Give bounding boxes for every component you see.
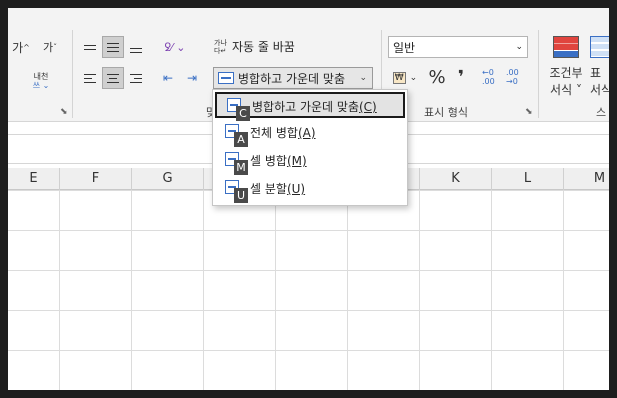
menu-item-label: 셀 분할 — [250, 182, 287, 196]
percent-button[interactable]: % — [426, 66, 448, 88]
accounting-icon: ₩ — [392, 72, 406, 84]
wrap-text-icon: 가나 다↵ — [214, 38, 227, 55]
phonetic-icon: 쓰 ⌄ — [32, 81, 50, 90]
gridline — [275, 190, 276, 390]
bottom-align-icon — [130, 47, 142, 53]
gridline — [347, 190, 348, 390]
increase-font-size-button[interactable]: 가 ^ — [8, 38, 34, 56]
keytip-badge: U — [234, 188, 248, 203]
chevron-down-icon[interactable]: ⌄ — [359, 73, 367, 83]
middle-align-icon — [107, 42, 119, 52]
align-center-button[interactable] — [102, 67, 124, 89]
column-header[interactable]: G — [132, 168, 204, 190]
top-align-button[interactable] — [80, 38, 100, 56]
accelerator-label: (A) — [297, 126, 316, 140]
gridline — [203, 190, 204, 390]
keytip-badge: C — [236, 106, 250, 121]
font-launcher-icon[interactable]: ⬊ — [60, 107, 68, 117]
conditional-format-label-2: 서식 ˅ — [550, 83, 582, 97]
column-header[interactable]: L — [492, 168, 564, 190]
decrease-font-label: 가 — [42, 41, 54, 54]
align-center-icon — [107, 73, 119, 83]
column-header[interactable]: K — [420, 168, 492, 190]
increase-indent-button[interactable]: ⇥ — [182, 68, 202, 88]
middle-align-button[interactable] — [102, 36, 124, 58]
group-number-label: 표시 형식 — [424, 106, 468, 119]
column-header[interactable]: E — [8, 168, 60, 190]
menu-item-label: 셀 병합 — [250, 154, 287, 168]
merge-dropdown-menu: C 병합하고 가운데 맞춤(C) A 전체 병합(A) M 셀 병합(M) U … — [212, 89, 408, 206]
menu-item-merge-center[interactable]: C 병합하고 가운데 맞춤(C) — [215, 92, 405, 121]
align-right-icon — [130, 73, 142, 83]
conditional-format-button[interactable]: 조건부 서식 ˅ — [546, 32, 586, 102]
accelerator-label: (C) — [359, 100, 377, 114]
increase-decimal-button[interactable]: ←0 .00 — [482, 66, 504, 88]
accounting-format-button[interactable]: ₩ ⌄ — [388, 68, 422, 88]
menu-item-merge-across[interactable]: A 전체 병합(A) — [215, 120, 405, 147]
chevron-down-icon: ⌄ — [515, 42, 523, 52]
decrease-indent-icon: ⇤ — [162, 71, 174, 85]
comma-button[interactable]: ❜ — [452, 66, 470, 88]
conditional-format-label-1: 조건부 — [549, 66, 583, 80]
accelerator-label: (U) — [286, 182, 306, 196]
column-header[interactable]: M — [564, 168, 609, 190]
excel-window: 가 ^ 가ˇ 내천 쓰 ⌄ ⬊ ꝿ⁄ ⌄ ⇤ ⇥ 가나 다↵ 자동 줄 바꿈 병… — [8, 8, 609, 390]
group-style-label: 스 — [596, 106, 607, 119]
accelerator-label: (M) — [286, 154, 307, 168]
menu-item-label: 병합하고 가운데 맞춤 — [252, 100, 359, 114]
divider — [538, 30, 539, 118]
orientation-icon: ꝿ⁄ ⌄ — [164, 40, 186, 54]
column-header[interactable]: F — [60, 168, 132, 190]
comma-label: ❜ — [457, 66, 465, 88]
gridline — [491, 190, 492, 390]
merge-center-icon — [218, 72, 234, 84]
wrap-text-button[interactable]: 가나 다↵ 자동 줄 바꿈 — [214, 38, 295, 55]
format-as-table-label-2: 서식 — [590, 83, 609, 97]
gridline — [563, 190, 564, 390]
menu-item-merge-cells[interactable]: M 셀 병합(M) — [215, 148, 405, 175]
format-as-table-label-1: 표 — [590, 66, 602, 80]
gridline — [131, 190, 132, 390]
merge-center-label: 병합하고 가운데 맞춤 — [238, 71, 345, 86]
conditional-format-icon — [553, 36, 579, 58]
merge-center-button[interactable]: 병합하고 가운데 맞춤 ⌄ — [213, 67, 373, 89]
number-format-select[interactable]: 일반 ⌄ — [388, 36, 528, 58]
increase-decimal-label: ←0 .00 — [482, 68, 495, 86]
format-as-table-icon — [590, 36, 609, 58]
percent-label: % — [428, 66, 446, 88]
gridline — [59, 190, 60, 390]
decrease-decimal-button[interactable]: .00 →0 — [506, 66, 528, 88]
align-right-button[interactable] — [126, 68, 146, 88]
increase-indent-icon: ⇥ — [186, 71, 198, 85]
cell-grid[interactable] — [8, 190, 609, 390]
decrease-font-size-button[interactable]: 가ˇ — [38, 38, 62, 56]
bottom-align-button[interactable] — [126, 38, 146, 56]
divider — [72, 30, 73, 118]
keytip-badge: M — [234, 160, 248, 175]
phonetic-label: 내천 — [33, 72, 49, 81]
gridline — [419, 190, 420, 390]
menu-item-unmerge-cells[interactable]: U 셀 분할(U) — [215, 176, 405, 203]
phonetic-guide-button[interactable]: 내천 쓰 ⌄ — [22, 70, 60, 92]
decrease-indent-button[interactable]: ⇤ — [158, 68, 178, 88]
number-format-value: 일반 — [393, 40, 416, 55]
wrap-text-label: 자동 줄 바꿈 — [232, 40, 295, 54]
top-align-icon — [84, 44, 96, 50]
menu-item-label: 전체 병합 — [250, 126, 298, 140]
align-left-icon — [84, 73, 96, 83]
increase-font-label: 가 — [12, 40, 24, 55]
number-launcher-icon[interactable]: ⬊ — [525, 107, 533, 117]
decrease-decimal-label: .00 →0 — [506, 68, 519, 86]
align-left-button[interactable] — [80, 68, 100, 88]
keytip-badge: A — [234, 132, 248, 147]
format-as-table-button[interactable]: 표 서식 — [590, 32, 609, 102]
orientation-button[interactable]: ꝿ⁄ ⌄ — [160, 38, 190, 56]
